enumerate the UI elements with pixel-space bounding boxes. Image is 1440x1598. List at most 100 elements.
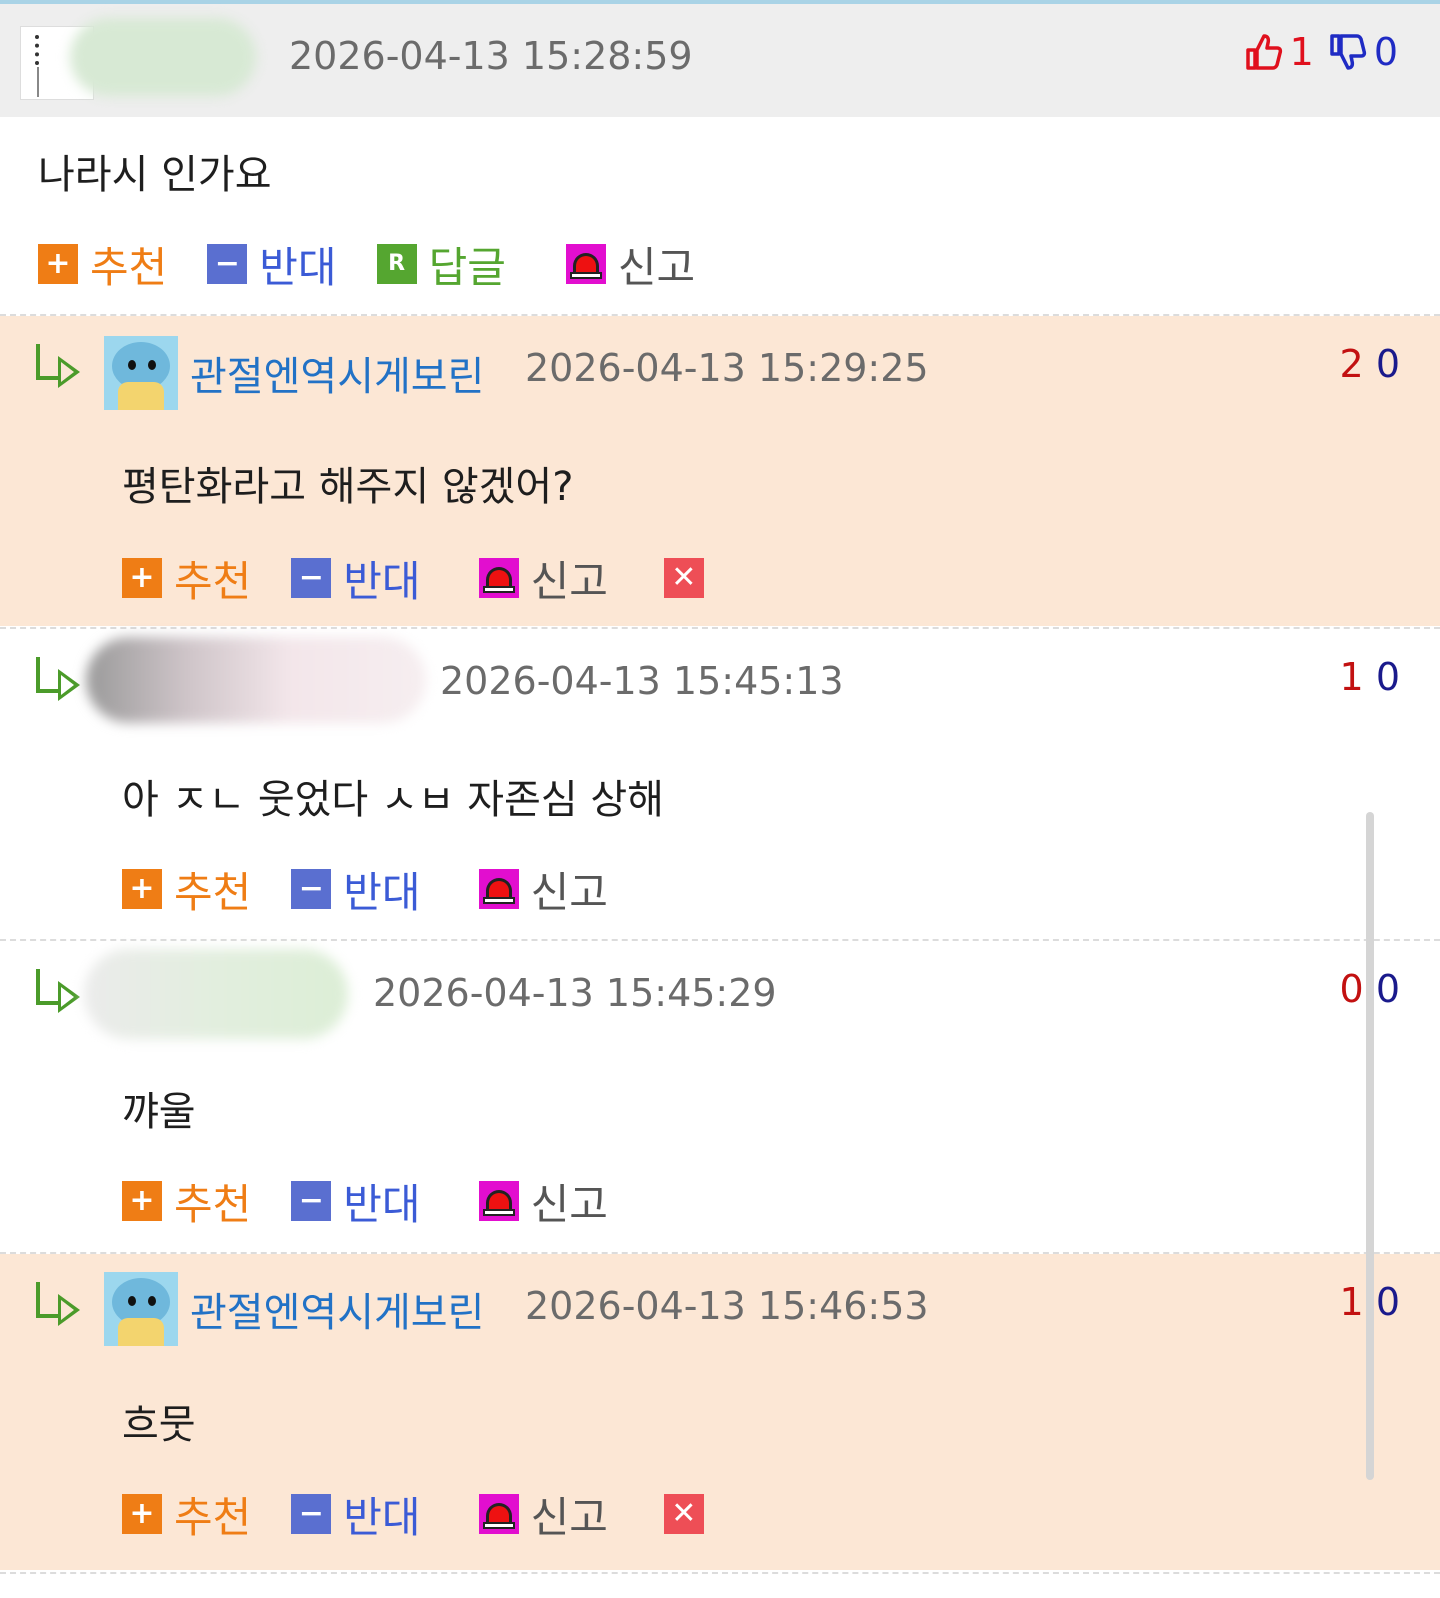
vote-counter: 1 0 — [1244, 30, 1398, 74]
siren-icon — [478, 558, 519, 598]
recommend-button[interactable]: + 추천 — [122, 1171, 251, 1232]
report-button[interactable]: 신고 — [478, 1171, 608, 1232]
recommend-button[interactable]: + 추천 — [122, 548, 251, 609]
delete-x-icon: ✕ — [663, 558, 704, 598]
reply-down-count: 0 — [1375, 1280, 1400, 1324]
reply-timestamp: 2026-04-13 15:45:29 — [373, 971, 777, 1015]
oppose-button[interactable]: − 반대 — [291, 548, 421, 609]
down-vote-count: 0 — [1373, 30, 1398, 74]
recommend-label: 추천 — [174, 556, 252, 606]
plus-icon: + — [122, 869, 162, 909]
reply-up-count: 1 — [1339, 655, 1364, 699]
report-button[interactable]: 신고 — [478, 1484, 608, 1545]
reply-actions: + 추천 − 반대 신고 — [122, 861, 648, 917]
reply-up-count: 1 — [1339, 1280, 1364, 1324]
siren-icon — [478, 1181, 519, 1221]
reply-actions: + 추천 − 반대 신고 ✕ — [122, 550, 756, 606]
comment-timestamp: 2026-04-13 15:28:59 — [289, 34, 693, 78]
main-comment-header: 2026-04-13 15:28:59 1 0 — [0, 4, 1440, 117]
minus-icon: − — [291, 869, 332, 909]
delete-button[interactable]: ✕ — [663, 1494, 716, 1534]
minus-icon: − — [207, 244, 248, 284]
oppose-button[interactable]: − 반대 — [207, 234, 337, 295]
oppose-label: 반대 — [343, 867, 421, 917]
report-label: 신고 — [617, 242, 696, 292]
blurred-nickname — [84, 949, 348, 1039]
report-button[interactable]: 신고 — [478, 859, 608, 920]
reply-button[interactable]: R 답글 — [376, 234, 506, 295]
avatar[interactable] — [104, 336, 178, 410]
reply-down-count: 0 — [1375, 655, 1400, 699]
divider — [0, 1572, 1440, 1574]
reply-item: 2026-04-13 15:45:29 0 0 꺄울 + 추천 − 반대 신고 — [0, 941, 1440, 1251]
minus-icon: − — [291, 1494, 332, 1534]
blurred-nickname — [86, 637, 426, 723]
reply-r-icon: R — [376, 244, 417, 284]
plus-icon: + — [122, 1181, 162, 1221]
siren-icon — [565, 244, 606, 284]
reply-timestamp: 2026-04-13 15:29:25 — [525, 346, 929, 390]
reply-text: 꺄울 — [122, 1089, 196, 1135]
reply-text: 흐뭇 — [122, 1402, 196, 1448]
reply-arrow-icon — [36, 344, 86, 390]
oppose-label: 반대 — [343, 1492, 421, 1542]
reply-item: 관절엔역시게보린 2026-04-13 15:29:25 2 0 평탄화라고 해… — [0, 316, 1440, 626]
blurred-nickname — [70, 18, 256, 96]
reply-up-count: 0 — [1339, 967, 1364, 1011]
siren-icon — [478, 1494, 519, 1534]
report-button[interactable]: 신고 — [478, 548, 608, 609]
up-vote-count: 1 — [1289, 30, 1314, 74]
plus-icon: + — [38, 244, 78, 284]
recommend-label: 추천 — [174, 867, 252, 917]
report-label: 신고 — [530, 867, 608, 917]
report-label: 신고 — [530, 556, 608, 606]
recommend-button[interactable]: + 추천 — [122, 1484, 251, 1545]
report-label: 신고 — [530, 1492, 608, 1542]
report-button[interactable]: 신고 — [565, 234, 696, 295]
reply-votes: 2 0 — [1340, 342, 1400, 386]
reply-up-count: 2 — [1339, 342, 1364, 386]
plus-icon: + — [122, 1494, 162, 1534]
recommend-label: 추천 — [90, 242, 168, 292]
comment-actions: + 추천 − 반대 R 답글 신고 — [38, 236, 735, 292]
reply-actions: + 추천 − 반대 신고 ✕ — [122, 1486, 756, 1542]
thumbs-up-icon[interactable] — [1244, 32, 1284, 72]
oppose-label: 반대 — [259, 242, 337, 292]
recommend-button[interactable]: + 추천 — [38, 234, 167, 295]
plus-icon: + — [122, 558, 162, 598]
delete-button[interactable]: ✕ — [663, 558, 716, 598]
recommend-button[interactable]: + 추천 — [122, 859, 251, 920]
delete-x-icon: ✕ — [663, 1494, 704, 1534]
reply-timestamp: 2026-04-13 15:46:53 — [525, 1284, 929, 1328]
oppose-button[interactable]: − 반대 — [291, 1171, 421, 1232]
reply-arrow-icon — [36, 969, 86, 1015]
reply-label: 답글 — [428, 242, 506, 292]
reply-nickname[interactable]: 관절엔역시게보린 — [190, 344, 484, 402]
oppose-label: 반대 — [343, 556, 421, 606]
reply-nickname[interactable]: 관절엔역시게보린 — [190, 1280, 484, 1338]
reply-text: 아 ㅈㄴ 웃었다 ㅅㅂ 자존심 상해 — [122, 777, 664, 823]
reply-item: 관절엔역시게보린 2026-04-13 15:46:53 1 0 흐뭇 + 추천… — [0, 1254, 1440, 1570]
reply-arrow-icon — [36, 657, 86, 703]
reply-down-count: 0 — [1375, 967, 1400, 1011]
siren-icon — [478, 869, 519, 909]
comment-text: 나라시 인가요 — [38, 152, 272, 198]
reply-timestamp: 2026-04-13 15:45:13 — [440, 659, 844, 703]
reply-text: 평탄화라고 해주지 않겠어? — [122, 464, 574, 510]
oppose-button[interactable]: − 반대 — [291, 859, 421, 920]
reply-down-count: 0 — [1375, 342, 1400, 386]
reply-votes: 1 0 — [1340, 655, 1400, 699]
avatar[interactable] — [104, 1272, 178, 1346]
oppose-label: 반대 — [343, 1179, 421, 1229]
recommend-label: 추천 — [174, 1179, 252, 1229]
oppose-button[interactable]: − 반대 — [291, 1484, 421, 1545]
reply-actions: + 추천 − 반대 신고 — [122, 1173, 648, 1229]
thumbs-down-icon[interactable] — [1328, 32, 1368, 72]
recommend-label: 추천 — [174, 1492, 252, 1542]
minus-icon: − — [291, 1181, 332, 1221]
reply-item: 2026-04-13 15:45:13 1 0 아 ㅈㄴ 웃었다 ㅅㅂ 자존심 … — [0, 629, 1440, 939]
report-label: 신고 — [530, 1179, 608, 1229]
scrollbar[interactable] — [1366, 812, 1374, 1480]
reply-arrow-icon — [36, 1282, 86, 1328]
minus-icon: − — [291, 558, 332, 598]
